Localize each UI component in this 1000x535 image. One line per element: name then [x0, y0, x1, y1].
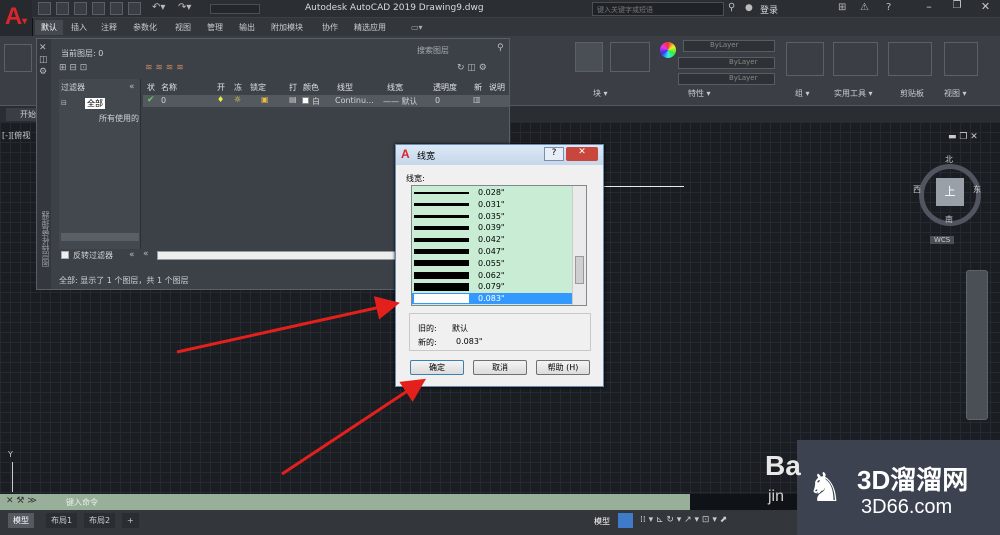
grid-icon[interactable] — [618, 513, 633, 528]
model-space-toggle[interactable]: 模型 — [594, 516, 610, 527]
red-arrow-to-ok — [281, 378, 427, 476]
tab-model[interactable]: 模型 — [8, 513, 34, 528]
tab-layout2[interactable]: 布局2 — [84, 513, 116, 528]
command-line[interactable]: ✕ ⚒ ≫ 键入命令 — [0, 494, 690, 510]
jingyan-watermark: jin — [768, 488, 785, 505]
baidu-watermark: Ba — [765, 450, 801, 481]
watermark-brand: 3D溜溜网 — [857, 465, 969, 495]
watermark-domain: 3D66.com — [861, 496, 953, 518]
command-input[interactable]: 键入命令 — [66, 497, 98, 508]
add-layout-button[interactable]: + — [122, 513, 139, 528]
watermark-logo: ♞ 3D溜溜网 3D66.com — [797, 440, 1000, 535]
tab-layout1[interactable]: 布局1 — [46, 513, 78, 528]
deer-logo-icon: ♞ — [807, 465, 843, 511]
red-arrow-to-selection — [176, 296, 400, 354]
drafting-toggles[interactable]: ⁞⁞ ▾ ⊾ ↻ ▾ ↗ ▾ ⊡ ▾ ⬈ — [640, 515, 727, 525]
command-close-icon[interactable]: ✕ ⚒ ≫ — [6, 496, 37, 506]
